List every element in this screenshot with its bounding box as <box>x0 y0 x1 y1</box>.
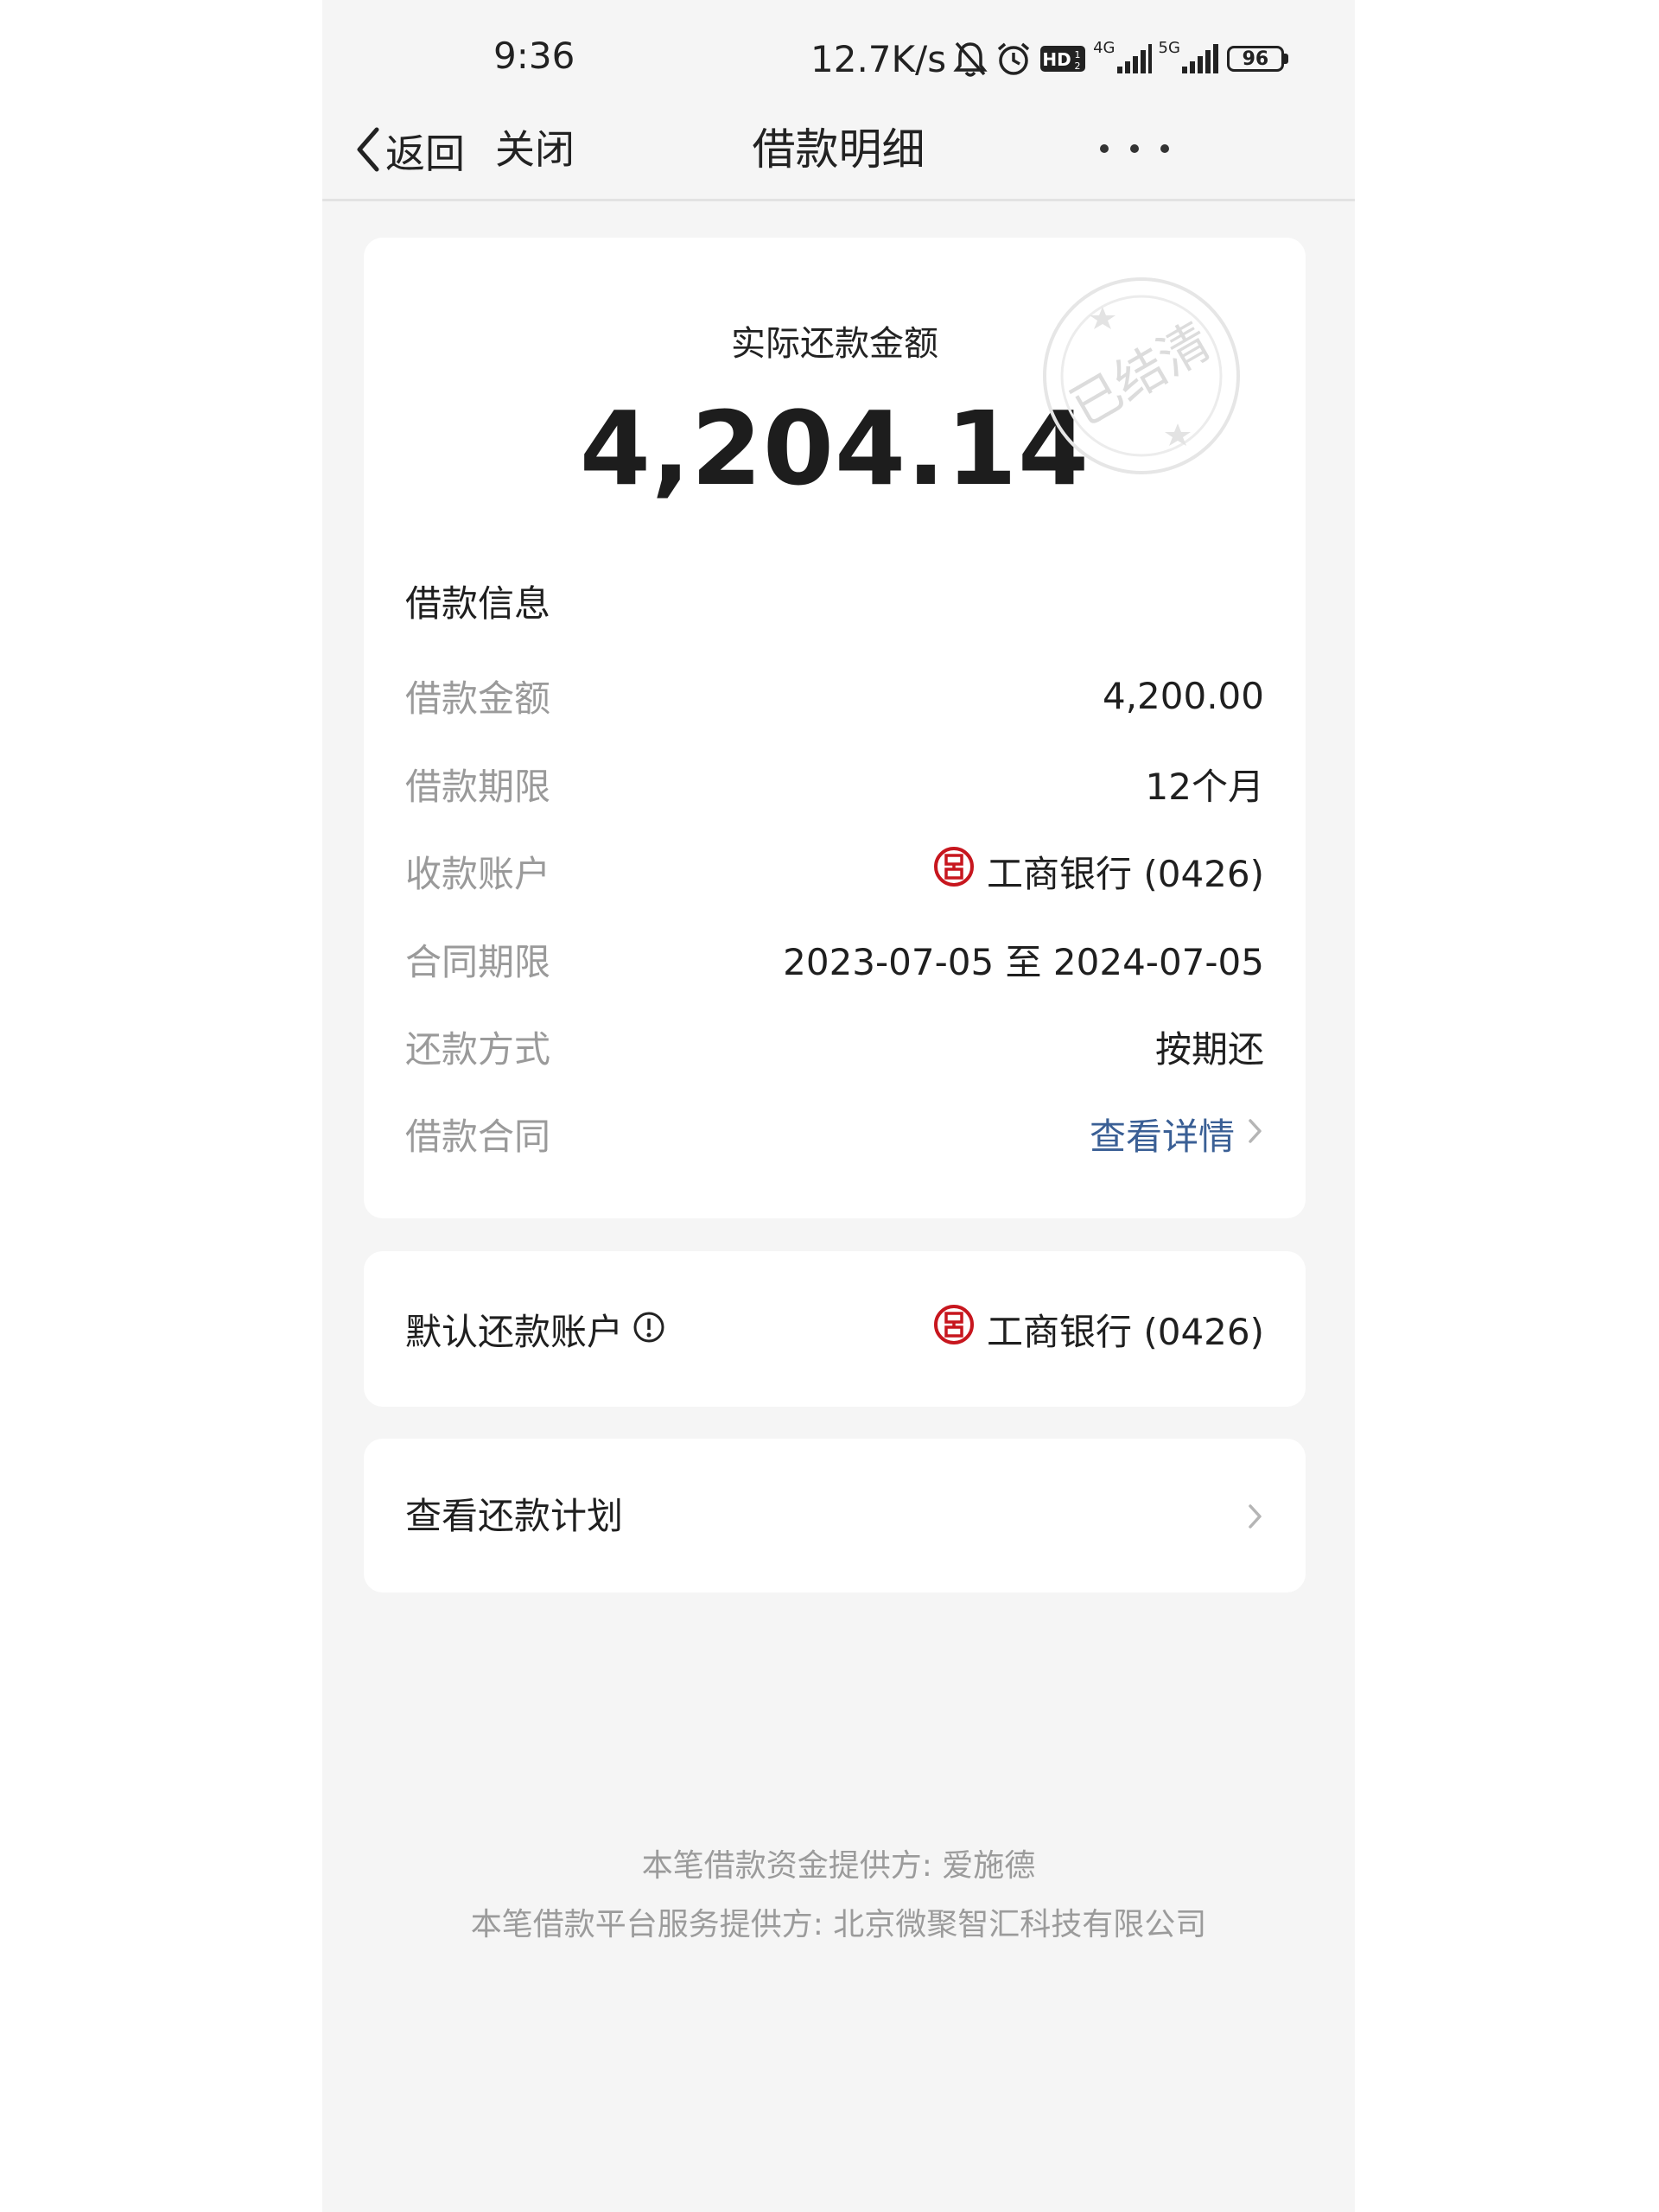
row-value: 12个月 <box>1145 765 1264 808</box>
icbc-logo-icon <box>933 846 975 896</box>
row-loan-contract: 借款合同 查看详情 <box>405 1103 1264 1164</box>
chevron-right-icon <box>1247 1501 1264 1535</box>
row-label: 合同期限 <box>405 940 551 983</box>
status-time: 9:36 <box>493 35 575 77</box>
svg-text:2: 2 <box>1075 60 1081 72</box>
hd-voice-icon: HD 1 2 <box>1039 44 1086 73</box>
network-type-2: 5G <box>1158 39 1180 57</box>
row-receiving-account: 收款账户 工商银行 (0426) <box>405 841 1264 901</box>
icbc-logo-icon <box>933 1304 975 1354</box>
footer-platform-provider: 本笔借款平台服务提供方: 北京微聚智汇科技有限公司 <box>470 1907 1207 1942</box>
loan-detail-card: 实际还款金额 4,204.14 已结清 借款信息 借款金额 4,200.00 借… <box>364 238 1306 1218</box>
row-label: 借款合同 <box>405 1115 551 1158</box>
row-loan-term: 借款期限 12个月 <box>405 753 1264 814</box>
net-speed: 12.7K/s <box>810 37 947 80</box>
more-options-button[interactable] <box>1100 131 1169 166</box>
chevron-right-icon <box>1247 1113 1264 1155</box>
row-value: 4,200.00 <box>1102 674 1264 717</box>
default-account-label-wrap: 默认还款账户 <box>405 1299 666 1359</box>
row-value: 2023-07-05 至 2024-07-05 <box>783 940 1264 983</box>
network-type-1: 4G <box>1093 39 1116 57</box>
status-icons: 12.7K/s HD 1 2 4G 5G 96 <box>810 35 1288 83</box>
stamp-text: 已结清 <box>1061 311 1221 437</box>
dot <box>1130 144 1139 153</box>
signal-strength-icon <box>1116 44 1152 73</box>
repayment-plan-button[interactable]: 查看还款计划 <box>364 1439 1306 1592</box>
nav-bar: 返回 关闭 借款明细 <box>322 112 1355 201</box>
info-icon[interactable] <box>632 1310 666 1348</box>
row-label: 借款金额 <box>405 677 551 720</box>
default-account-value-wrap: 工商银行 (0426) <box>933 1299 1264 1359</box>
default-account-value: 工商银行 (0426) <box>986 1310 1264 1353</box>
default-account-card: 默认还款账户 工商银行 (0426) <box>364 1251 1306 1407</box>
row-value: 按期还 <box>1154 1027 1264 1071</box>
alarm-clock-icon <box>995 40 1033 78</box>
signal-strength-icon <box>1181 44 1220 73</box>
row-label: 借款期限 <box>405 765 551 808</box>
row-loan-amount: 借款金额 4,200.00 <box>405 665 1264 726</box>
row-label: 还款方式 <box>405 1027 551 1071</box>
battery-level: 96 <box>1226 46 1284 72</box>
section-title-loan-info: 借款信息 <box>405 582 551 625</box>
receiving-account-value: 工商银行 (0426) <box>986 852 1264 895</box>
row-repayment-method: 还款方式 按期还 <box>405 1016 1264 1077</box>
row-label: 收款账户 <box>405 852 551 895</box>
hd-badge-text: HD <box>1042 49 1071 70</box>
svg-text:1: 1 <box>1075 49 1081 60</box>
bell-muted-icon <box>953 40 988 78</box>
dot <box>1160 144 1169 153</box>
row-value-wrap: 工商银行 (0426) <box>933 845 1264 898</box>
phone-screen: 9:36 12.7K/s HD 1 2 4G 5G 96 返回 关闭 借款明细 … <box>322 0 1355 2212</box>
dot <box>1100 144 1109 153</box>
battery-icon: 96 <box>1226 46 1288 72</box>
page-title: 借款明细 <box>752 124 925 175</box>
settled-stamp: 已结清 <box>1038 272 1245 480</box>
footer-fund-provider: 本笔借款资金提供方: 爱施德 <box>641 1848 1036 1884</box>
status-bar: 9:36 12.7K/s HD 1 2 4G 5G 96 <box>322 0 1355 112</box>
row-contract-period: 合同期限 2023-07-05 至 2024-07-05 <box>405 929 1264 989</box>
repayment-plan-label: 查看还款计划 <box>405 1495 624 1537</box>
default-account-label: 默认还款账户 <box>405 1310 624 1353</box>
view-contract-label: 查看详情 <box>1089 1115 1235 1158</box>
view-contract-link[interactable]: 查看详情 <box>1090 1108 1264 1160</box>
